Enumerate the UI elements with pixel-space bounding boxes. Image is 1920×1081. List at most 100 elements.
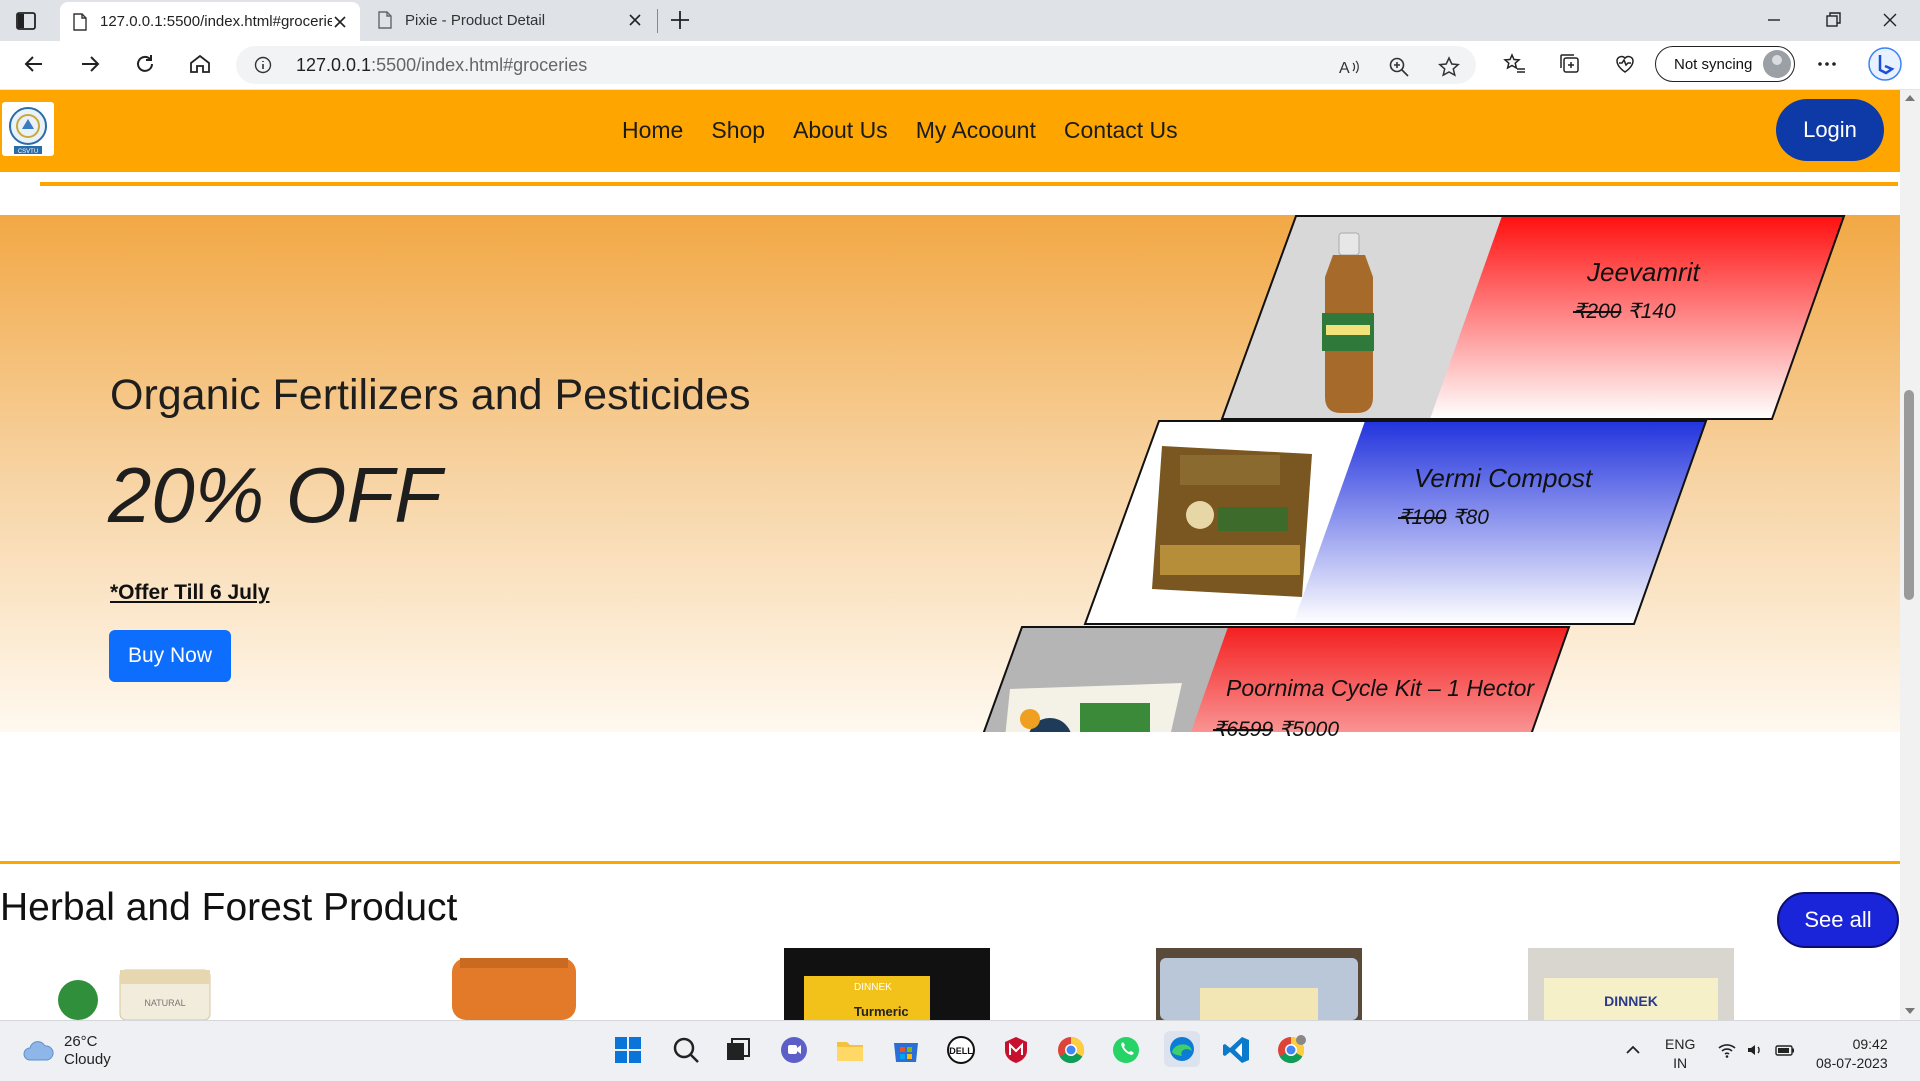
thumb-label: NATURAL bbox=[144, 998, 185, 1008]
address-field[interactable]: 127.0.0.1:5500/index.html#groceries A bbox=[236, 46, 1476, 84]
new-price: ₹80 bbox=[1452, 506, 1489, 529]
task-view-icon[interactable] bbox=[722, 1034, 754, 1066]
tab-inactive[interactable]: Pixie - Product Detail bbox=[365, 0, 655, 40]
collections-icon[interactable] bbox=[1558, 52, 1582, 76]
herbal-product-thumb[interactable]: DINNEK bbox=[1528, 948, 1734, 1020]
section-title: Herbal and Forest Product bbox=[0, 886, 458, 929]
nav-shop[interactable]: Shop bbox=[711, 117, 765, 144]
nav-about-us[interactable]: About Us bbox=[793, 117, 888, 144]
sidebar-toggle-icon[interactable] bbox=[15, 10, 37, 32]
minimize-icon[interactable] bbox=[1764, 10, 1784, 30]
product-price: ₹200 ₹140 bbox=[1573, 299, 1676, 324]
nav-contact-us[interactable]: Contact Us bbox=[1064, 117, 1178, 144]
svg-text:A: A bbox=[1339, 60, 1350, 77]
lang-region: IN bbox=[1673, 1055, 1688, 1071]
close-tab-icon[interactable] bbox=[332, 14, 348, 30]
volume-icon[interactable] bbox=[1745, 1040, 1765, 1060]
nav-my-account[interactable]: My Acoount bbox=[916, 117, 1036, 144]
favorites-icon[interactable] bbox=[1503, 52, 1527, 76]
poornima-kit-box-image bbox=[1005, 683, 1182, 732]
cloud-icon bbox=[23, 1041, 54, 1061]
herbal-product-thumb[interactable]: DINNEK Turmeric bbox=[784, 948, 990, 1020]
profile-sync-button[interactable]: Not syncing bbox=[1655, 46, 1795, 82]
tab-separator bbox=[657, 9, 658, 33]
close-window-icon[interactable] bbox=[1880, 10, 1900, 30]
section-divider bbox=[0, 861, 1900, 864]
site-info-icon[interactable] bbox=[254, 56, 272, 74]
more-menu-icon[interactable] bbox=[1815, 52, 1839, 76]
product-name: Vermi Compost bbox=[1414, 463, 1593, 493]
url-host: 127.0.0.1 bbox=[296, 55, 372, 75]
language-indicator[interactable]: ENG IN bbox=[1665, 1035, 1695, 1073]
clock-date: 08-07-2023 bbox=[1816, 1055, 1888, 1071]
site-logo[interactable]: CSVTU bbox=[2, 102, 54, 156]
browser-essentials-icon[interactable] bbox=[1613, 52, 1637, 76]
new-price: ₹140 bbox=[1627, 300, 1676, 323]
weather-condition: Cloudy bbox=[64, 1051, 111, 1068]
lang-code: ENG bbox=[1665, 1036, 1696, 1052]
page-icon bbox=[73, 12, 87, 31]
chrome-profile-icon[interactable] bbox=[1275, 1034, 1307, 1066]
read-aloud-icon[interactable]: A bbox=[1338, 56, 1360, 78]
teams-chat-icon[interactable] bbox=[778, 1034, 810, 1066]
thumb-label: Turmeric bbox=[854, 1004, 909, 1019]
show-hidden-icons-icon[interactable] bbox=[1623, 1040, 1643, 1060]
herbal-product-thumb[interactable]: NATURAL bbox=[40, 948, 246, 1020]
product-name: Jeevamrit bbox=[1587, 257, 1700, 287]
thumb-label: DINNEK bbox=[1604, 993, 1658, 1009]
address-bar-row: 127.0.0.1:5500/index.html#groceries A No… bbox=[0, 41, 1920, 90]
sync-label: Not syncing bbox=[1674, 55, 1753, 73]
tab-title: Pixie - Product Detail bbox=[405, 11, 546, 29]
mcafee-icon[interactable] bbox=[1000, 1034, 1032, 1066]
close-tab-icon[interactable] bbox=[627, 12, 643, 28]
whatsapp-icon[interactable] bbox=[1110, 1034, 1142, 1066]
home-icon[interactable] bbox=[188, 52, 212, 76]
product-price: ₹6599 ₹5000 bbox=[1213, 717, 1339, 742]
favorite-star-icon[interactable] bbox=[1438, 56, 1460, 78]
card-shape bbox=[982, 215, 1846, 732]
scroll-up-icon[interactable] bbox=[1904, 93, 1916, 103]
bing-copilot-icon[interactable] bbox=[1868, 47, 1902, 81]
tab-active[interactable]: 127.0.0.1:5500/index.html#groceries bbox=[60, 2, 360, 41]
start-icon[interactable] bbox=[612, 1034, 644, 1066]
hero-banner: Organic Fertilizers and Pesticides 20% O… bbox=[0, 215, 1900, 741]
zoom-icon[interactable] bbox=[1388, 56, 1410, 78]
vermi-compost-bag-image bbox=[1152, 446, 1312, 597]
file-explorer-icon[interactable] bbox=[834, 1034, 866, 1066]
url-text: 127.0.0.1:5500/index.html#groceries bbox=[296, 55, 587, 76]
old-price: ₹200 bbox=[1573, 300, 1622, 323]
scrollbar-thumb[interactable] bbox=[1904, 390, 1914, 600]
login-button[interactable]: Login bbox=[1776, 99, 1884, 161]
new-tab-icon[interactable] bbox=[669, 9, 691, 31]
logo-text: CSVTU bbox=[18, 149, 38, 155]
weather-widget[interactable]: 26°C Cloudy bbox=[22, 1033, 111, 1069]
old-price: ₹6599 bbox=[1213, 718, 1274, 741]
avatar bbox=[1763, 50, 1791, 78]
dell-icon[interactable]: DELL bbox=[945, 1034, 977, 1066]
vscode-icon[interactable] bbox=[1220, 1034, 1252, 1066]
edge-icon[interactable] bbox=[1163, 1030, 1201, 1068]
back-icon[interactable] bbox=[22, 52, 46, 76]
nav-home[interactable]: Home bbox=[622, 117, 683, 144]
tab-title: 127.0.0.1:5500/index.html#groceries bbox=[100, 13, 332, 30]
old-price: ₹100 bbox=[1398, 506, 1447, 529]
see-all-button[interactable]: See all bbox=[1777, 892, 1899, 948]
forward-icon[interactable] bbox=[78, 52, 102, 76]
microsoft-store-icon[interactable] bbox=[890, 1034, 922, 1066]
site-navbar: CSVTU Home Shop About Us My Acoount Cont… bbox=[0, 90, 1900, 172]
chrome-icon[interactable] bbox=[1055, 1034, 1087, 1066]
restore-icon[interactable] bbox=[1823, 10, 1843, 30]
herbal-product-thumb[interactable] bbox=[1156, 948, 1362, 1020]
battery-icon[interactable] bbox=[1775, 1040, 1795, 1060]
weather-temp: 26°C bbox=[64, 1033, 98, 1050]
divider bbox=[40, 182, 1898, 186]
wifi-icon[interactable] bbox=[1717, 1040, 1737, 1060]
clock-time: 09:42 bbox=[1852, 1036, 1888, 1052]
scroll-down-icon[interactable] bbox=[1904, 1006, 1916, 1016]
herbal-product-thumb[interactable] bbox=[412, 948, 618, 1020]
clock[interactable]: 09:42 08-07-2023 bbox=[1816, 1035, 1888, 1073]
refresh-icon[interactable] bbox=[133, 52, 157, 76]
university-logo-icon: CSVTU bbox=[9, 107, 47, 155]
url-path: :5500/index.html#groceries bbox=[371, 55, 588, 75]
search-icon[interactable] bbox=[670, 1034, 702, 1066]
